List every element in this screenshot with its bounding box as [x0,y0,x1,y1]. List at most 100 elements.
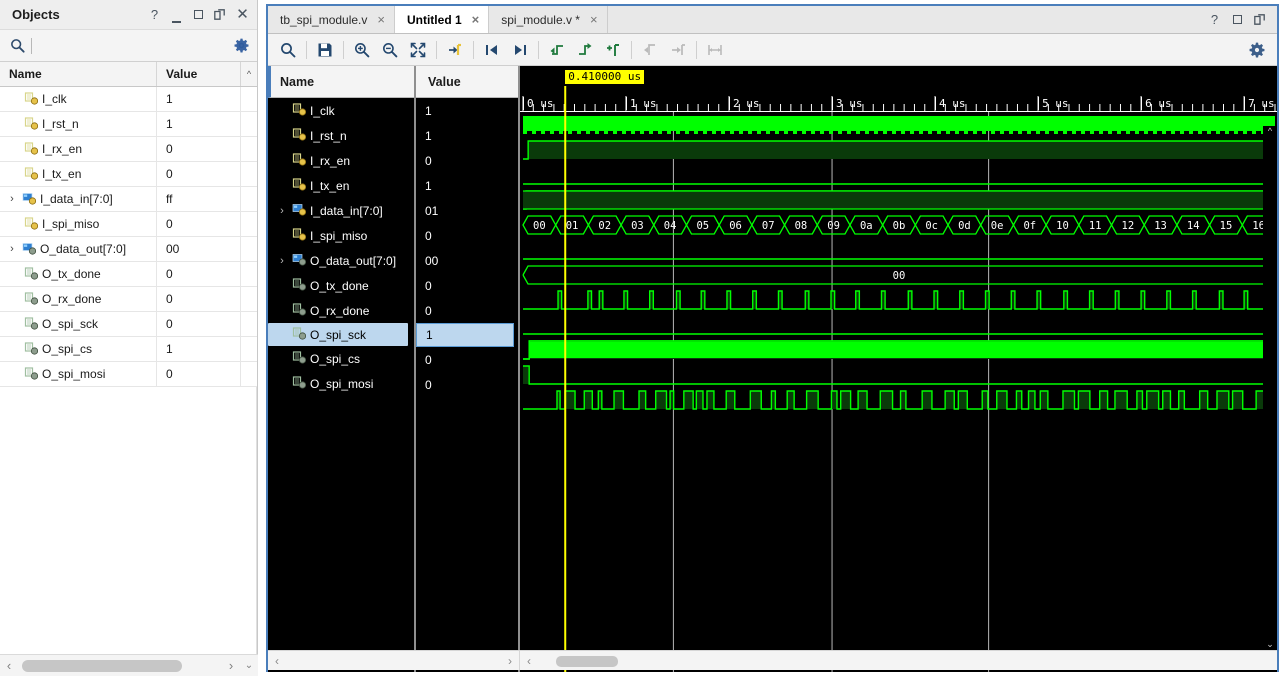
signal-row-i-spi-miso[interactable]: I_spi_miso [268,223,414,248]
signal-value-cell[interactable]: 0 [416,298,518,323]
object-value: 0 [156,212,240,236]
scroll-left-icon[interactable]: ‹ [520,654,538,668]
save-icon[interactable] [311,37,339,63]
popout-icon[interactable] [1254,14,1267,25]
help-icon[interactable]: ? [148,8,161,21]
signal-row-o-data-out-7-0-[interactable]: › O_data_out[7:0] [268,248,414,273]
signal-value-cell[interactable]: 00 [416,248,518,273]
table-row[interactable]: O_tx_done 0 [0,262,257,287]
table-row[interactable]: › O_data_out[7:0] 00 [0,237,257,262]
close-icon[interactable]: ✕ [236,7,249,22]
signal-row-i-tx-en[interactable]: I_tx_en [268,173,414,198]
svg-text:12: 12 [1122,220,1135,232]
tab-spi-module-v-[interactable]: spi_module.v * × [489,6,608,33]
add-marker-icon[interactable] [599,37,627,63]
expand-arrow-icon[interactable]: › [276,205,288,217]
objects-scroll-up-icon[interactable]: ^ [240,62,257,86]
zoom-out-icon[interactable] [376,37,404,63]
signal-row-o-spi-cs[interactable]: O_spi_cs [268,346,414,371]
signal-value: 1 [425,128,432,143]
tab-close-icon[interactable]: × [472,12,480,27]
scroll-up-icon[interactable]: ^ [1263,126,1277,136]
signal-type-icon [292,227,307,244]
table-row[interactable]: › I_data_in[7:0] ff [0,187,257,212]
zoom-fit-icon[interactable] [404,37,432,63]
svg-text:02: 02 [598,220,611,232]
scroll-thumb[interactable] [22,659,182,672]
table-row[interactable]: I_rx_en 0 [0,137,257,162]
signal-row-o-spi-mosi[interactable]: O_spi_mosi [268,371,414,396]
scroll-right-icon[interactable]: › [222,658,240,673]
snap-left-icon[interactable] [636,37,664,63]
previous-marker-icon[interactable] [543,37,571,63]
minimize-icon[interactable] [170,8,183,23]
table-row[interactable]: I_tx_en 0 [0,162,257,187]
next-marker-icon[interactable] [571,37,599,63]
signal-row-i-rx-en[interactable]: I_rx_en [268,148,414,173]
table-row[interactable]: I_clk 1 [0,87,257,112]
signal-value-cell[interactable]: 1 [416,123,518,148]
expand-arrow-icon[interactable]: › [276,255,288,267]
gear-icon[interactable] [1243,37,1271,63]
scroll-thumb[interactable] [556,655,618,667]
waveform-horizontal-scrollbar[interactable]: ‹ [520,650,1277,670]
signal-value-cell[interactable]: 1 [416,173,518,198]
waveform-vertical-scrollbar[interactable]: ^ ⌄ [1263,126,1277,650]
signal-row-i-rst-n[interactable]: I_rst_n [268,123,414,148]
signal-row-o-rx-done[interactable]: O_rx_done [268,298,414,323]
waveform-canvas-pane[interactable]: 0.410000 us 0 us 1 us 2 us 3 us 4 us 5 us 6 us… [520,66,1277,672]
maximize-icon[interactable] [192,8,205,21]
tab-close-icon[interactable]: × [590,12,598,27]
scroll-left-icon[interactable]: ‹ [268,654,286,668]
next-transition-icon[interactable] [506,37,534,63]
signal-value-cell[interactable]: 0 [416,148,518,173]
table-row[interactable]: O_spi_mosi 0 [0,362,257,387]
zoom-in-icon[interactable] [348,37,376,63]
signal-value-cell[interactable]: 1 [416,323,514,347]
tab-close-icon[interactable]: × [377,12,385,27]
signal-value-cell[interactable]: 0 [416,273,518,298]
scroll-track[interactable] [18,655,222,676]
signal-row-i-clk[interactable]: I_clk [268,98,414,123]
measure-icon[interactable] [701,37,729,63]
table-row[interactable]: O_spi_cs 1 [0,337,257,362]
maximize-icon[interactable] [1231,13,1244,26]
object-value: 1 [156,337,240,361]
scroll-track[interactable] [286,651,501,671]
wave-o-spi-sck-highlight [523,340,1275,360]
table-row[interactable]: O_rx_done 0 [0,287,257,312]
gear-icon[interactable] [234,38,249,53]
signal-row-o-tx-done[interactable]: O_tx_done [268,273,414,298]
scroll-left-icon[interactable]: ‹ [0,658,18,673]
tab-tb-spi-module-v[interactable]: tb_spi_module.v × [268,6,395,33]
signal-row-i-data-in-7-0-[interactable]: › I_data_in[7:0] [268,198,414,223]
waveform-plot[interactable]: 00 01 02 03 04 05 06 07 08 09 0a 0b 0c 0d 0e 0f 10 11 12 13… [520,66,1277,672]
signal-type-icon [292,127,307,144]
scroll-right-icon[interactable]: › [501,654,519,668]
table-row[interactable]: I_spi_miso 0 [0,212,257,237]
scroll-track[interactable] [538,651,1277,671]
snap-right-icon[interactable] [664,37,692,63]
goto-cursor-icon[interactable] [441,37,469,63]
scroll-down-icon[interactable]: ⌄ [240,660,258,671]
names-horizontal-scrollbar[interactable]: ‹ › [268,650,520,670]
search-input[interactable] [31,37,228,54]
expand-arrow-icon[interactable]: › [6,243,18,255]
signal-value-cell[interactable]: 0 [416,347,518,372]
table-row[interactable]: I_rst_n 1 [0,112,257,137]
signal-value-cell[interactable]: 0 [416,223,518,248]
scroll-down-icon[interactable]: ⌄ [1263,639,1277,650]
popout-icon[interactable] [214,9,227,20]
table-row[interactable]: O_spi_sck 0 [0,312,257,337]
help-icon[interactable]: ? [1208,13,1221,26]
signal-value-cell[interactable]: 0 [416,372,518,397]
signal-row-o-spi-sck[interactable]: O_spi_sck [268,323,408,346]
expand-arrow-icon[interactable]: › [6,193,18,205]
tab-untitled-1[interactable]: Untitled 1 × [394,6,490,33]
search-icon[interactable] [274,37,302,63]
previous-transition-icon[interactable] [478,37,506,63]
signal-value-cell[interactable]: 01 [416,198,518,223]
search-icon[interactable] [10,38,25,53]
objects-horizontal-scrollbar[interactable]: ‹ › ⌄ [0,654,258,676]
signal-value-cell[interactable]: 1 [416,98,518,123]
